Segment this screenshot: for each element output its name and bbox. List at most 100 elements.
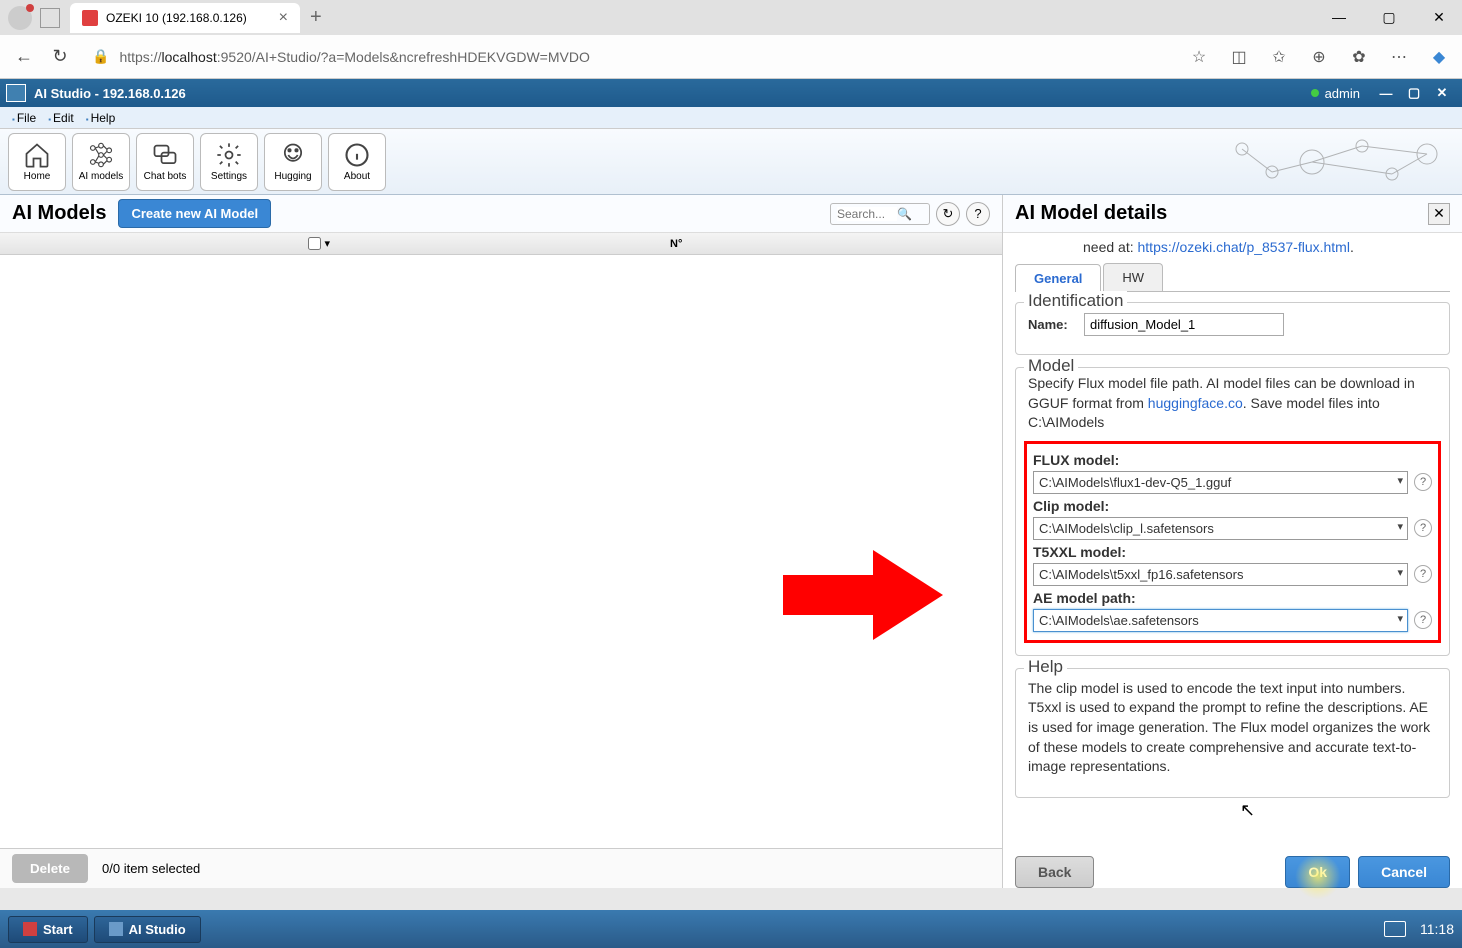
details-panel: AI Model details ✕ need at: https://ozek… bbox=[1002, 195, 1462, 888]
t5-label: T5XXL model: bbox=[1033, 544, 1432, 560]
delete-button[interactable]: Delete bbox=[12, 854, 88, 883]
ae-help-icon[interactable]: ? bbox=[1414, 611, 1432, 629]
taskbar-app-button[interactable]: AI Studio bbox=[94, 916, 201, 943]
collections-icon[interactable]: ⊕ bbox=[1308, 46, 1330, 68]
neural-icon bbox=[87, 141, 115, 169]
app-maximize-button[interactable]: ▢ bbox=[1400, 83, 1428, 103]
user-indicator[interactable]: admin bbox=[1311, 86, 1360, 101]
help-list-button[interactable]: ? bbox=[966, 202, 990, 226]
chat-icon bbox=[151, 141, 179, 169]
clock: 11:18 bbox=[1420, 921, 1454, 937]
close-panel-button[interactable]: ✕ bbox=[1428, 203, 1450, 225]
model-group: Model Specify Flux model file path. AI m… bbox=[1015, 367, 1450, 656]
search-field[interactable] bbox=[837, 207, 897, 221]
status-dot-icon bbox=[1311, 89, 1319, 97]
about-button[interactable]: About bbox=[328, 133, 386, 191]
flux-help-icon[interactable]: ? bbox=[1414, 473, 1432, 491]
refresh-button[interactable]: ↻ bbox=[48, 45, 72, 69]
menu-icon[interactable]: ⋯ bbox=[1388, 46, 1410, 68]
split-icon[interactable]: ◫ bbox=[1228, 46, 1250, 68]
new-tab-button[interactable]: + bbox=[310, 6, 322, 29]
clip-help-icon[interactable]: ? bbox=[1414, 519, 1432, 537]
identification-group: Identification Name: bbox=[1015, 302, 1450, 355]
window-controls: — ▢ ✕ bbox=[1324, 9, 1454, 26]
favorites-bar-icon[interactable]: ✩ bbox=[1268, 46, 1290, 68]
settings-button[interactable]: Settings bbox=[200, 133, 258, 191]
maximize-button[interactable]: ▢ bbox=[1374, 9, 1404, 26]
app-logo-icon bbox=[6, 84, 26, 102]
address-bar: ← ↻ 🔒 https://localhost:9520/AI+Studio/?… bbox=[0, 35, 1462, 79]
menu-edit[interactable]: Edit bbox=[42, 109, 80, 127]
gear-icon bbox=[215, 141, 243, 169]
cancel-button[interactable]: Cancel bbox=[1358, 856, 1450, 888]
browser-tab[interactable]: OZEKI 10 (192.168.0.126) × bbox=[70, 3, 300, 33]
models-list-panel: AI Models Create new AI Model 🔍 ↻ ? ▾ N°… bbox=[0, 195, 1002, 888]
flux-model-input[interactable]: C:\AIModels\flux1-dev-Q5_1.gguf bbox=[1033, 471, 1408, 494]
t5-model-input[interactable]: C:\AIModels\t5xxl_fp16.safetensors bbox=[1033, 563, 1408, 586]
hugging-icon bbox=[279, 141, 307, 169]
model-legend: Model bbox=[1024, 356, 1078, 376]
start-icon bbox=[23, 922, 37, 936]
huggingface-link[interactable]: huggingface.co bbox=[1148, 395, 1243, 411]
keyboard-icon[interactable] bbox=[1384, 921, 1406, 937]
tab-close-icon[interactable]: × bbox=[279, 9, 288, 27]
search-input[interactable]: 🔍 bbox=[830, 203, 930, 225]
clip-label: Clip model: bbox=[1033, 498, 1432, 514]
name-label: Name: bbox=[1028, 317, 1076, 332]
search-icon[interactable]: 🔍 bbox=[897, 207, 912, 221]
start-button[interactable]: Start bbox=[8, 916, 88, 943]
name-input[interactable] bbox=[1084, 313, 1284, 336]
info-icon bbox=[343, 141, 371, 169]
minimize-button[interactable]: — bbox=[1324, 9, 1354, 26]
help-legend: Help bbox=[1024, 657, 1067, 677]
select-all-checkbox[interactable] bbox=[308, 237, 321, 250]
app-close-button[interactable]: ✕ bbox=[1428, 83, 1456, 103]
need-text: need at: https://ozeki.chat/p_8537-flux.… bbox=[1015, 233, 1450, 263]
hugging-button[interactable]: Hugging bbox=[264, 133, 322, 191]
menu-help[interactable]: Help bbox=[80, 109, 122, 127]
ae-model-input[interactable]: C:\AIModels\ae.safetensors bbox=[1033, 609, 1408, 632]
page-title: AI Models bbox=[12, 202, 106, 225]
dropdown-icon[interactable]: ▾ bbox=[324, 238, 330, 250]
menu-file[interactable]: File bbox=[6, 109, 42, 127]
profile-icon[interactable] bbox=[8, 6, 32, 30]
ok-button[interactable]: Ok bbox=[1285, 856, 1350, 888]
ae-label: AE model path: bbox=[1033, 590, 1432, 606]
flux-link[interactable]: https://ozeki.chat/p_8537-flux.html bbox=[1138, 239, 1350, 255]
tab-favicon-icon bbox=[82, 10, 98, 26]
app-minimize-button[interactable]: — bbox=[1372, 83, 1400, 103]
table-header: ▾ N° bbox=[0, 233, 1002, 255]
t5-help-icon[interactable]: ? bbox=[1414, 565, 1432, 583]
help-text: The clip model is used to encode the tex… bbox=[1028, 679, 1437, 777]
button-row: Back Ok Cancel bbox=[1003, 848, 1462, 888]
identification-legend: Identification bbox=[1024, 291, 1127, 311]
clip-model-input[interactable]: C:\AIModels\clip_l.safetensors bbox=[1033, 517, 1408, 540]
favorite-icon[interactable]: ☆ bbox=[1188, 46, 1210, 68]
url-field[interactable]: 🔒 https://localhost:9520/AI+Studio/?a=Mo… bbox=[84, 44, 1176, 69]
table-body bbox=[0, 255, 1002, 848]
column-number[interactable]: N° bbox=[340, 238, 1002, 250]
home-button[interactable]: Home bbox=[8, 133, 66, 191]
tab-general[interactable]: General bbox=[1015, 264, 1101, 292]
tab-hw[interactable]: HW bbox=[1103, 263, 1163, 291]
copilot-icon[interactable]: ◆ bbox=[1428, 46, 1450, 68]
refresh-list-button[interactable]: ↻ bbox=[936, 202, 960, 226]
home-icon bbox=[23, 141, 51, 169]
back-button[interactable]: ← bbox=[12, 45, 36, 69]
create-model-button[interactable]: Create new AI Model bbox=[118, 199, 271, 228]
ai-models-button[interactable]: AI models bbox=[72, 133, 130, 191]
app-title-text: AI Studio - 192.168.0.126 bbox=[34, 86, 186, 101]
close-button[interactable]: ✕ bbox=[1424, 9, 1454, 26]
username: admin bbox=[1325, 86, 1360, 101]
details-title: AI Model details bbox=[1015, 202, 1167, 225]
workspaces-icon[interactable] bbox=[40, 8, 60, 28]
back-button-form[interactable]: Back bbox=[1015, 856, 1094, 888]
extensions-icon[interactable]: ✿ bbox=[1348, 46, 1370, 68]
app-title-bar: AI Studio - 192.168.0.126 admin — ▢ ✕ bbox=[0, 79, 1462, 107]
app-taskbar-icon bbox=[109, 922, 123, 936]
browser-tab-strip: OZEKI 10 (192.168.0.126) × + — ▢ ✕ bbox=[0, 0, 1462, 35]
list-footer: Delete 0/0 item selected bbox=[0, 848, 1002, 888]
chatbots-button[interactable]: Chat bots bbox=[136, 133, 194, 191]
tabs: General HW bbox=[1015, 263, 1450, 292]
help-group: Help The clip model is used to encode th… bbox=[1015, 668, 1450, 798]
